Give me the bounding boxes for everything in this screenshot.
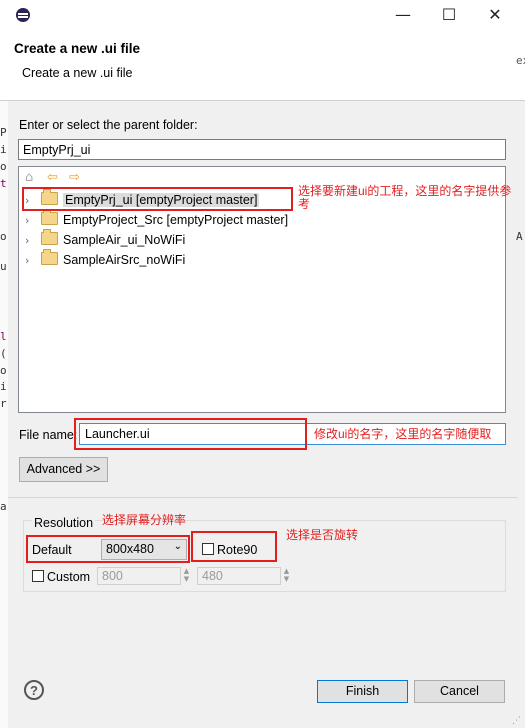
parent-folder-input[interactable]: EmptyPrj_ui	[18, 139, 506, 160]
bg-text-fragment: A	[516, 230, 523, 243]
annotation-rotate: 选择是否旋转	[286, 528, 359, 542]
eclipse-app-icon	[16, 8, 30, 22]
bg-text-fragment: l	[0, 330, 7, 343]
annotation-box-project	[22, 187, 293, 211]
tree-item-emptyproject-src[interactable]: › EmptyProject_Src [emptyProject master]	[25, 209, 289, 231]
chevron-right-icon[interactable]: ›	[25, 231, 39, 251]
height-spinner-icon[interactable]: ▲ ▼	[281, 567, 292, 585]
annotation-project-line2: 考	[298, 197, 311, 211]
advanced-button[interactable]: Advanced >>	[19, 457, 108, 482]
custom-resolution-checkbox[interactable]	[32, 570, 44, 582]
bg-text-fragment: a	[0, 500, 7, 513]
close-button[interactable]: ✕	[472, 0, 518, 30]
bg-text-fragment: u	[0, 260, 7, 273]
back-arrow-icon[interactable]: ⇦	[47, 170, 58, 185]
home-icon[interactable]: ⌂	[25, 170, 33, 185]
tree-item-label: SampleAirSrc_noWiFi	[63, 253, 186, 267]
annotation-box-resolution	[26, 535, 190, 563]
cancel-button[interactable]: Cancel	[414, 680, 505, 703]
bg-text-fragment: o	[0, 160, 7, 173]
project-folder-icon	[41, 209, 58, 225]
bg-text-fragment: o	[0, 364, 7, 377]
bg-text-fragment: t	[0, 177, 7, 190]
forward-arrow-icon[interactable]: ⇨	[69, 170, 80, 185]
help-icon[interactable]: ?	[24, 680, 44, 700]
project-folder-icon	[41, 249, 58, 265]
annotation-file: 修改ui的名字，这里的名字随便取	[314, 427, 492, 441]
bg-text-fragment: P	[0, 126, 7, 139]
bg-text-fragment: i	[0, 143, 7, 156]
chevron-right-icon[interactable]: ›	[25, 251, 39, 271]
annotation-box-rotate	[191, 531, 277, 562]
dialog-description: Create a new .ui file	[22, 66, 133, 80]
tree-item-label: EmptyProject_Src [emptyProject master]	[63, 213, 289, 227]
maximize-button[interactable]: ☐	[426, 0, 472, 30]
custom-resolution-label: Custom	[47, 570, 91, 584]
file-name-label: File name:	[19, 428, 78, 442]
bg-text-fragment: i	[0, 380, 7, 393]
tree-item-label: SampleAir_ui_NoWiFi	[63, 233, 186, 247]
bg-text-fragment: (	[0, 347, 7, 360]
width-spinner-icon[interactable]: ▲ ▼	[181, 567, 192, 585]
close-icon: ✕	[488, 5, 502, 24]
minimize-button[interactable]: —	[380, 0, 426, 30]
custom-height-input[interactable]: 480	[197, 567, 281, 585]
separator	[8, 497, 518, 498]
annotation-project-line1: 选择要新建ui的工程，这里的名字提供参	[298, 184, 512, 198]
parent-folder-label: Enter or select the parent folder:	[19, 118, 198, 132]
minimize-icon: —	[395, 5, 411, 24]
resize-grip-icon[interactable]: ⋰	[512, 716, 521, 726]
dialog-title: Create a new .ui file	[14, 41, 141, 56]
maximize-icon: ☐	[441, 5, 457, 24]
project-folder-icon	[41, 229, 58, 245]
tree-item-sampleair-ui-nowifi[interactable]: › SampleAir_ui_NoWiFi	[25, 229, 186, 251]
chevron-right-icon[interactable]: ›	[25, 211, 39, 231]
finish-button[interactable]: Finish	[317, 680, 408, 703]
custom-width-input[interactable]: 800	[97, 567, 181, 585]
bg-text-fragment: o	[0, 230, 7, 243]
resolution-group-label: Resolution	[32, 516, 96, 530]
annotation-resolution: 选择屏幕分辨率	[102, 513, 187, 527]
annotation-box-file	[74, 418, 307, 450]
bg-text-fragment: ex	[516, 54, 525, 67]
bg-text-fragment: r	[0, 397, 7, 410]
tree-item-sampleairsrc-nowifi[interactable]: › SampleAirSrc_noWiFi	[25, 249, 186, 271]
